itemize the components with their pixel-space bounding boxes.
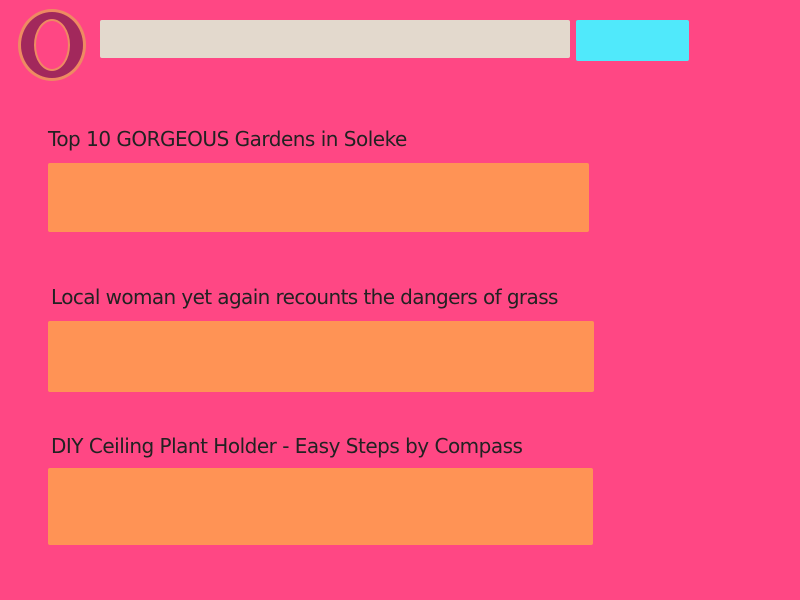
article-title-gardens[interactable]: Top 10 GORGEOUS Gardens in Soleke: [48, 127, 407, 151]
search-input[interactable]: [100, 20, 570, 58]
article-title-plant-holder[interactable]: DIY Ceiling Plant Holder - Easy Steps by…: [51, 434, 523, 458]
article-card-gardens[interactable]: [48, 163, 589, 232]
logo-icon[interactable]: [16, 7, 88, 83]
search-button[interactable]: [576, 20, 689, 61]
article-title-grass[interactable]: Local woman yet again recounts the dange…: [51, 285, 558, 309]
article-card-grass[interactable]: [48, 321, 594, 392]
article-card-plant-holder[interactable]: [48, 468, 593, 545]
logo-counter: [36, 21, 68, 69]
